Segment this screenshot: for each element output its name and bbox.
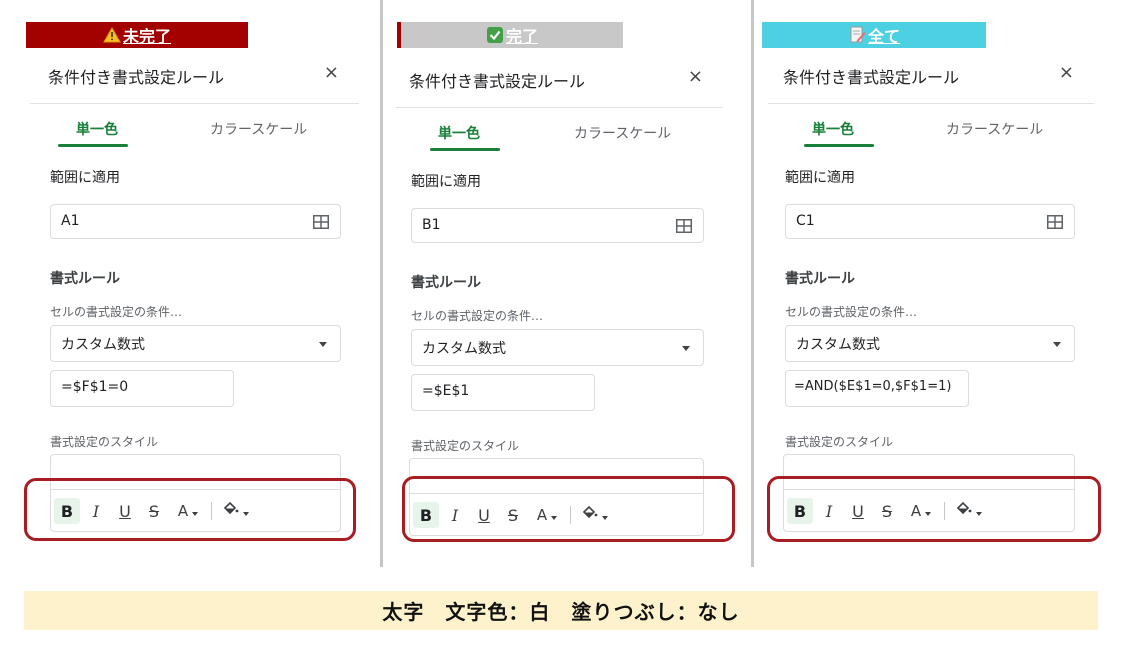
grid-icon[interactable] [676, 218, 692, 237]
close-icon[interactable]: × [688, 66, 703, 87]
active-tab-indicator [58, 144, 128, 147]
tab-color-scale[interactable]: カラースケール [210, 119, 307, 139]
range-value: A1 [61, 213, 80, 229]
formula-input[interactable]: =AND($E$1=0,$F$1=1) [785, 370, 969, 407]
panel-title: 条件付き書式設定ルール [48, 68, 225, 87]
warning-icon [103, 27, 121, 43]
chevron-down-icon [682, 346, 690, 351]
format-rules-heading: 書式ルール [785, 271, 855, 287]
checkbox-icon [486, 26, 504, 44]
grid-icon[interactable] [313, 214, 329, 233]
conditional-format-panel-b1: 条件付き書式設定ルール × 単一色 カラースケール 範囲に適用 B1 書式ルール… [396, 52, 723, 544]
formula-input[interactable]: =$E$1 [411, 374, 595, 411]
format-rules-heading: 書式ルール [411, 275, 481, 291]
preview-label: 完了 [505, 27, 538, 46]
condition-value: カスタム数式 [422, 341, 506, 357]
header-divider [396, 107, 723, 108]
active-tab-indicator [430, 148, 500, 151]
panel-divider-2 [751, 0, 754, 567]
toolbar-highlight-frame [24, 478, 356, 541]
chevron-down-icon [1053, 342, 1061, 347]
panel-title: 条件付き書式設定ルール [783, 68, 960, 87]
range-value: B1 [422, 217, 441, 233]
tab-single-color[interactable]: 単一色 [76, 119, 118, 139]
tab-single-color[interactable]: 単一色 [812, 119, 854, 139]
tab-color-scale[interactable]: カラースケール [574, 123, 671, 143]
preview-cell-complete: 完了 [397, 22, 623, 48]
range-label: 範囲に適用 [785, 170, 855, 186]
preview-label: 全て [867, 27, 900, 46]
conditional-format-panel-c1: 条件付き書式設定ルール × 単一色 カラースケール 範囲に適用 C1 書式ルール… [768, 48, 1094, 540]
style-label: 書式設定のスタイル [50, 435, 159, 449]
grid-icon[interactable] [1047, 214, 1063, 233]
chevron-down-icon [319, 342, 327, 347]
range-input[interactable]: C1 [785, 204, 1075, 239]
close-icon[interactable]: × [1059, 62, 1074, 83]
condition-label: セルの書式設定の条件… [50, 305, 183, 319]
preview-cell-incomplete: 未完了 [26, 22, 248, 48]
conditional-format-panel-a1: 条件付き書式設定ルール × 単一色 カラースケール 範囲に適用 A1 書式ルール… [30, 48, 359, 540]
tab-color-scale[interactable]: カラースケール [946, 119, 1043, 139]
toolbar-highlight-frame [767, 476, 1101, 542]
toolbar-highlight-frame [402, 476, 735, 542]
caption-text: 太字 文字色：白 塗りつぶし：なし [382, 600, 740, 624]
panel-divider-1 [380, 0, 383, 567]
condition-value: カスタム数式 [796, 337, 880, 353]
condition-value: カスタム数式 [61, 337, 145, 353]
style-label: 書式設定のスタイル [411, 439, 520, 453]
formula-input[interactable]: =$F$1=0 [50, 370, 234, 407]
format-rules-heading: 書式ルール [50, 271, 120, 287]
preview-cell-all: 全て [762, 22, 986, 48]
condition-label: セルの書式設定の条件… [411, 309, 544, 323]
condition-select[interactable]: カスタム数式 [785, 325, 1075, 362]
range-value: C1 [796, 213, 815, 229]
close-icon[interactable]: × [324, 62, 339, 83]
tab-single-color[interactable]: 単一色 [438, 123, 480, 143]
caption-banner: 太字 文字色：白 塗りつぶし：なし [24, 591, 1098, 630]
header-divider [30, 103, 359, 104]
condition-label: セルの書式設定の条件… [785, 305, 918, 319]
range-label: 範囲に適用 [411, 174, 481, 190]
memo-icon [848, 26, 866, 44]
range-input[interactable]: B1 [411, 208, 704, 243]
range-label: 範囲に適用 [50, 170, 120, 186]
header-divider [768, 103, 1094, 104]
style-label: 書式設定のスタイル [785, 435, 894, 449]
panel-title: 条件付き書式設定ルール [409, 72, 586, 91]
preview-label: 未完了 [122, 27, 171, 46]
condition-select[interactable]: カスタム数式 [50, 325, 341, 362]
active-tab-indicator [804, 144, 874, 147]
condition-select[interactable]: カスタム数式 [411, 329, 704, 366]
range-input[interactable]: A1 [50, 204, 341, 239]
